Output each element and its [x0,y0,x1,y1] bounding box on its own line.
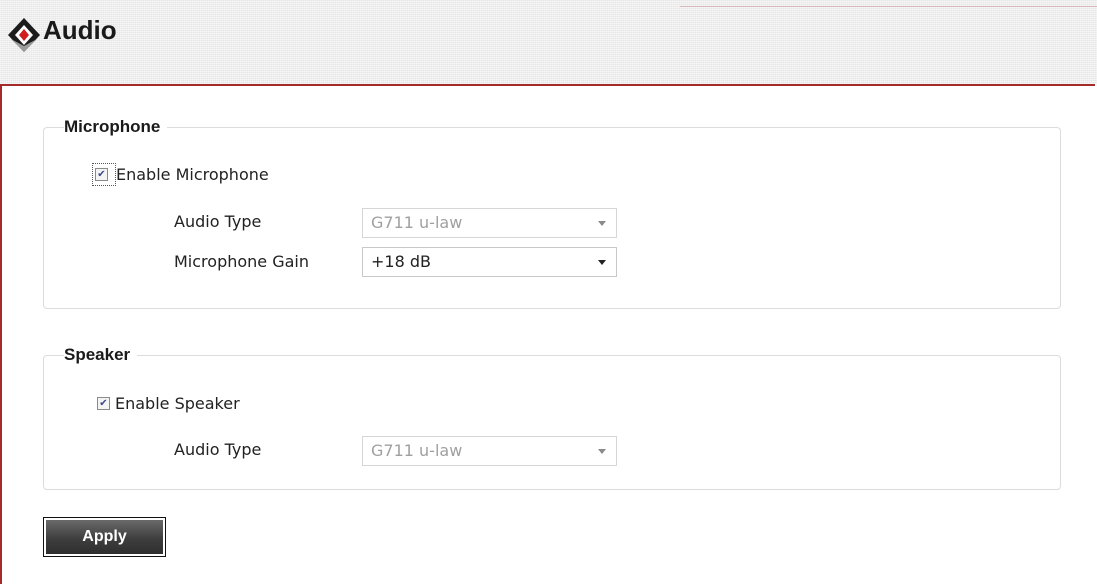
chevron-down-icon [598,449,606,454]
apply-button-label: Apply [46,520,163,554]
enable-microphone-row[interactable]: ✔ Enable Microphone [92,163,269,186]
mic-audio-type-value: G711 u-law [371,213,463,232]
enable-speaker-row[interactable]: ✔ Enable Speaker [97,394,240,413]
mic-gain-label: Microphone Gain [174,252,310,271]
focus-ring: ✔ [92,163,116,186]
mic-audio-type-select[interactable]: G711 u-law [362,208,617,238]
mic-gain-value: +18 dB [371,252,431,271]
speaker-legend: Speaker [64,345,138,365]
diamond-logo-icon [8,18,40,52]
microphone-legend: Microphone [64,117,168,137]
enable-speaker-label: Enable Speaker [115,394,240,413]
speaker-fieldset [43,355,1061,490]
enable-speaker-checkbox[interactable]: ✔ [97,397,110,410]
enable-microphone-label: Enable Microphone [116,165,269,184]
mic-audio-type-label: Audio Type [174,212,262,231]
speaker-audio-type-select[interactable]: G711 u-law [362,436,617,466]
enable-microphone-checkbox[interactable]: ✔ [95,168,108,181]
speaker-audio-type-value: G711 u-law [371,441,463,460]
page-header: Audio [0,0,1097,84]
header-divider [680,6,1097,7]
chevron-down-icon [598,260,606,265]
page-title: Audio [43,15,117,45]
chevron-down-icon [598,221,606,226]
speaker-audio-type-label: Audio Type [174,440,262,459]
apply-button[interactable]: Apply [43,517,166,557]
mic-gain-select[interactable]: +18 dB [362,247,617,277]
